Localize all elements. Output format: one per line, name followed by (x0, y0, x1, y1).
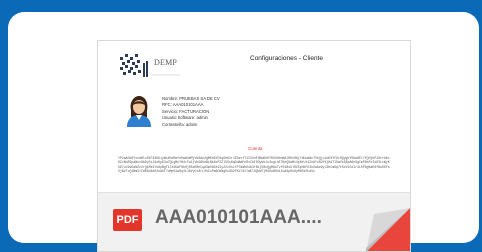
user-avatar-icon (127, 96, 151, 127)
attachment-footer[interactable]: PDF AAA010101AAA.... (98, 192, 410, 251)
encoded-text-block: YP2aAOd0YsvaBlcD1F3AbUiyWs8hdRefeOwW4eMj… (118, 156, 390, 173)
document-title: Configuraciones - Cliente (250, 55, 323, 62)
logo-text: DEMP (154, 58, 178, 67)
page-fold-icon (366, 208, 410, 251)
file-name[interactable]: AAA010101AAA.... (155, 207, 322, 229)
message-card: DEMP Configuraciones - Cliente Nombre: P… (8, 12, 479, 252)
red-label: Cuenta (248, 146, 263, 151)
pdf-file-icon: PDF (113, 209, 142, 231)
client-info: Nombre: PRUEBAS SA DE CV RFC: AAA010101A… (162, 96, 220, 128)
pdf-attachment[interactable]: DEMP Configuraciones - Cliente Nombre: P… (97, 40, 411, 252)
document-preview[interactable]: DEMP Configuraciones - Cliente Nombre: P… (98, 41, 410, 192)
info-line-password: Contraseña: admin (162, 121, 198, 127)
